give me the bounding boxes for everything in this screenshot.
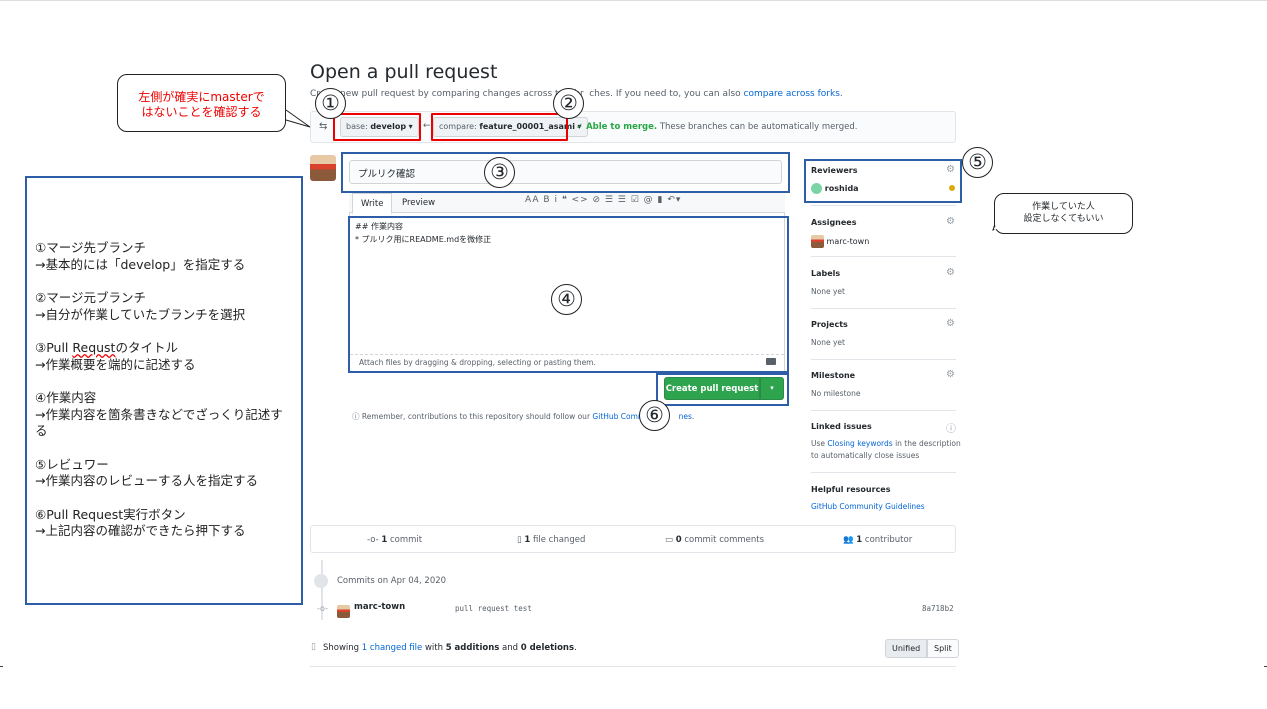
legend-item-4: ④作業内容 →作業内容を箇条書きなどでざっくり記述する [35, 390, 283, 438]
callout-right-tail-cover [994, 212, 1019, 230]
marker-5: ⑤ [962, 147, 993, 178]
slide-edge-mark [0, 666, 3, 667]
legend-item-2: ②マージ元ブランチ →自分が作業していたブランチを選択 [35, 290, 246, 322]
legend-item-5: ⑤レビュワー →作業内容のレビューする人を指定する [35, 456, 258, 489]
legend-item-3: ③Pull Requstのタイトル →作業概要を端的に記述する [35, 340, 196, 372]
marker-2: ② [553, 88, 584, 119]
marker-4: ④ [551, 284, 582, 315]
legend-item-1: ①マージ先ブランチ →基本的には「develop」を指定する [35, 240, 246, 272]
marker-6: ⑥ [639, 400, 670, 431]
annotation-legend: ①マージ先ブランチ →基本的には「develop」を指定する ②マージ元ブランチ →… [25, 176, 303, 605]
marker-1: ① [315, 88, 346, 119]
legend-item-6: ⑥Pull Request実行ボタン →上記内容の確認ができたら押下する [35, 506, 246, 539]
callout-left-note: 左側が確実にmasterで はないことを確認する [117, 74, 286, 132]
marker-3: ③ [484, 157, 515, 188]
